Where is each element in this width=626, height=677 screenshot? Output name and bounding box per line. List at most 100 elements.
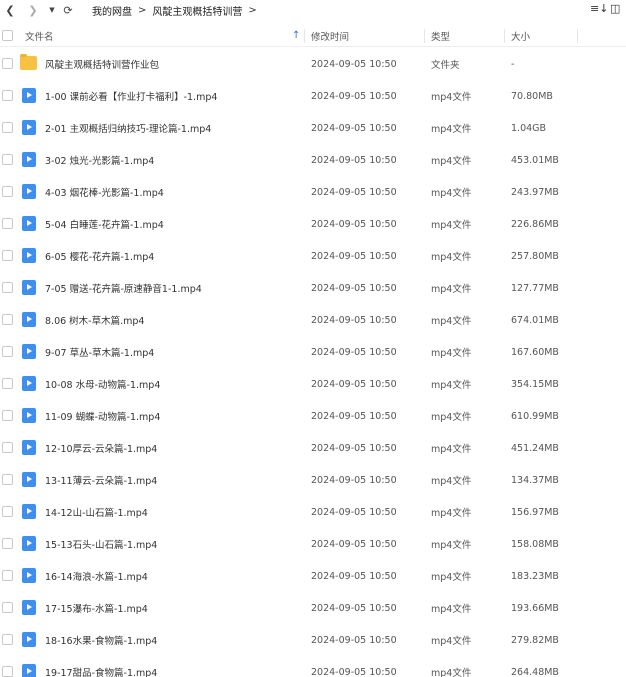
row-checkbox[interactable]: [2, 442, 13, 453]
file-name[interactable]: 19-17甜品-食物篇-1.mp4: [45, 656, 157, 677]
table-row[interactable]: 2-01 主观概括归纳技巧-理论篇-1.mp4 2024-09-05 10:50 m…: [0, 112, 626, 144]
breadcrumb-item-home[interactable]: 我的网盘: [92, 3, 132, 18]
row-checkbox[interactable]: [2, 570, 13, 581]
file-type: mp4文件: [431, 412, 472, 423]
video-file-icon: [22, 120, 36, 135]
header-size[interactable]: 大小: [511, 25, 530, 47]
file-size: 127.77MB: [511, 282, 559, 294]
file-name[interactable]: 13-11薄云-云朵篇-1.mp4: [45, 464, 157, 496]
column-divider[interactable]: [504, 29, 505, 43]
file-name[interactable]: 风靛主观概括特训营作业包: [45, 48, 159, 80]
file-name[interactable]: 14-12山-山石篇-1.mp4: [45, 496, 148, 528]
header-name[interactable]: 文件名: [25, 25, 54, 47]
file-name[interactable]: 17-15瀑布-水篇-1.mp4: [45, 592, 148, 624]
file-modified-time: 2024-09-05 10:50: [311, 442, 397, 454]
video-file-icon: [22, 536, 36, 551]
row-checkbox[interactable]: [2, 506, 13, 517]
row-checkbox[interactable]: [2, 378, 13, 389]
file-name[interactable]: 8.06 树木-草木篇.mp4: [45, 304, 144, 336]
row-checkbox[interactable]: [2, 154, 13, 165]
row-checkbox[interactable]: [2, 410, 13, 421]
row-checkbox[interactable]: [2, 634, 13, 645]
file-size: 674.01MB: [511, 314, 559, 326]
table-row[interactable]: 19-17甜品-食物篇-1.mp4 2024-09-05 10:50 mp4文件 26…: [0, 656, 626, 677]
table-row[interactable]: 4-03 烟花棒-光影篇-1.mp4 2024-09-05 10:50 mp4文件 2…: [0, 176, 626, 208]
table-row[interactable]: 6-05 樱花-花卉篇-1.mp4 2024-09-05 10:50 mp4文件 25…: [0, 240, 626, 272]
sort-icon[interactable]: ≡↓: [590, 2, 608, 15]
file-name[interactable]: 16-14海浪-水篇-1.mp4: [45, 560, 148, 592]
file-name[interactable]: 3-02 烛光-光影篇-1.mp4: [45, 144, 154, 176]
chevron-left-icon[interactable]: ❮: [3, 2, 17, 18]
table-row[interactable]: 7-05 赠送-花卉篇-原速静音1-1.mp4 2024-09-05 10:50 m…: [0, 272, 626, 304]
table-row[interactable]: 12-10厚云-云朵篇-1.mp4 2024-09-05 10:50 mp4文件 45…: [0, 432, 626, 464]
row-checkbox[interactable]: [2, 602, 13, 613]
row-checkbox[interactable]: [2, 474, 13, 485]
row-checkbox[interactable]: [2, 218, 13, 229]
file-name[interactable]: 18-16水果-食物篇-1.mp4: [45, 624, 157, 656]
table-row[interactable]: 9-07 草丛-草木篇-1.mp4 2024-09-05 10:50 mp4文件 16…: [0, 336, 626, 368]
sort-ascending-icon[interactable]: ↑: [292, 30, 300, 41]
file-name[interactable]: 4-03 烟花棒-光影篇-1.mp4: [45, 176, 164, 208]
file-name[interactable]: 15-13石头-山石篇-1.mp4: [45, 528, 157, 560]
file-name[interactable]: 11-09 蝴蝶-动物篇-1.mp4: [45, 400, 160, 432]
header-modified[interactable]: 修改时间: [311, 25, 349, 47]
table-row[interactable]: 13-11薄云-云朵篇-1.mp4 2024-09-05 10:50 mp4文件 13…: [0, 464, 626, 496]
file-size: 453.01MB: [511, 154, 559, 166]
table-row[interactable]: 17-15瀑布-水篇-1.mp4 2024-09-05 10:50 mp4文件 193…: [0, 592, 626, 624]
column-divider[interactable]: [424, 29, 425, 43]
row-checkbox[interactable]: [2, 346, 13, 357]
video-file-icon: [22, 504, 36, 519]
video-file-icon: [22, 376, 36, 391]
row-checkbox[interactable]: [2, 538, 13, 549]
column-divider[interactable]: [577, 29, 578, 43]
table-row[interactable]: 11-09 蝴蝶-动物篇-1.mp4 2024-09-05 10:50 mp4文件 6…: [0, 400, 626, 432]
table-row[interactable]: 10-08 水母-动物篇-1.mp4 2024-09-05 10:50 mp4文件 3…: [0, 368, 626, 400]
caret-down-icon[interactable]: ▼: [45, 2, 59, 18]
table-row[interactable]: 风靛主观概括特训营作业包 2024-09-05 10:50 文件夹 -: [0, 48, 626, 80]
row-checkbox[interactable]: [2, 250, 13, 261]
table-row[interactable]: 3-02 烛光-光影篇-1.mp4 2024-09-05 10:50 mp4文件 45…: [0, 144, 626, 176]
header-type[interactable]: 类型: [431, 25, 450, 47]
video-file-icon: [22, 88, 36, 103]
video-file-icon: [22, 312, 36, 327]
file-type: mp4文件: [431, 476, 472, 487]
file-type: mp4文件: [431, 668, 472, 677]
table-row[interactable]: 14-12山-山石篇-1.mp4 2024-09-05 10:50 mp4文件 156…: [0, 496, 626, 528]
file-name[interactable]: 6-05 樱花-花卉篇-1.mp4: [45, 240, 154, 272]
table-row[interactable]: 15-13石头-山石篇-1.mp4 2024-09-05 10:50 mp4文件 15…: [0, 528, 626, 560]
row-checkbox[interactable]: [2, 282, 13, 293]
file-type: mp4文件: [431, 636, 472, 647]
file-name[interactable]: 5-04 白睡莲-花卉篇-1.mp4: [45, 208, 164, 240]
table-row[interactable]: 18-16水果-食物篇-1.mp4 2024-09-05 10:50 mp4文件 27…: [0, 624, 626, 656]
table-row[interactable]: 8.06 树木-草木篇.mp4 2024-09-05 10:50 mp4文件 674.…: [0, 304, 626, 336]
file-name[interactable]: 12-10厚云-云朵篇-1.mp4: [45, 432, 157, 464]
row-checkbox[interactable]: [2, 90, 13, 101]
row-checkbox[interactable]: [2, 186, 13, 197]
file-modified-time: 2024-09-05 10:50: [311, 250, 397, 262]
file-name[interactable]: 7-05 赠送-花卉篇-原速静音1-1.mp4: [45, 272, 202, 304]
refresh-icon[interactable]: ⟳: [61, 2, 75, 18]
column-divider[interactable]: [304, 29, 305, 43]
row-checkbox[interactable]: [2, 122, 13, 133]
video-file-icon: [22, 216, 36, 231]
file-size: 243.97MB: [511, 186, 559, 198]
table-row[interactable]: 5-04 白睡莲-花卉篇-1.mp4 2024-09-05 10:50 mp4文件 2…: [0, 208, 626, 240]
grid-view-icon[interactable]: ◫: [610, 2, 620, 15]
row-checkbox[interactable]: [2, 314, 13, 325]
file-type: mp4文件: [431, 572, 472, 583]
row-checkbox[interactable]: [2, 666, 13, 677]
file-name[interactable]: 1-00 课前必看【作业打卡福利】-1.mp4: [45, 80, 217, 112]
file-name[interactable]: 2-01 主观概括归纳技巧-理论篇-1.mp4: [45, 112, 211, 144]
table-row[interactable]: 16-14海浪-水篇-1.mp4 2024-09-05 10:50 mp4文件 183…: [0, 560, 626, 592]
chevron-right-icon[interactable]: ❯: [26, 2, 40, 18]
select-all-checkbox[interactable]: [2, 30, 13, 41]
video-file-icon: [22, 248, 36, 263]
row-checkbox[interactable]: [2, 58, 13, 69]
file-size: 70.80MB: [511, 90, 553, 102]
table-row[interactable]: 1-00 课前必看【作业打卡福利】-1.mp4 2024-09-05 10:50 m…: [0, 80, 626, 112]
file-name[interactable]: 10-08 水母-动物篇-1.mp4: [45, 368, 160, 400]
file-size: 183.23MB: [511, 570, 559, 582]
video-file-icon: [22, 472, 36, 487]
file-name[interactable]: 9-07 草丛-草木篇-1.mp4: [45, 336, 154, 368]
breadcrumb-item-current[interactable]: 风靛主观概括特训营: [152, 3, 242, 18]
